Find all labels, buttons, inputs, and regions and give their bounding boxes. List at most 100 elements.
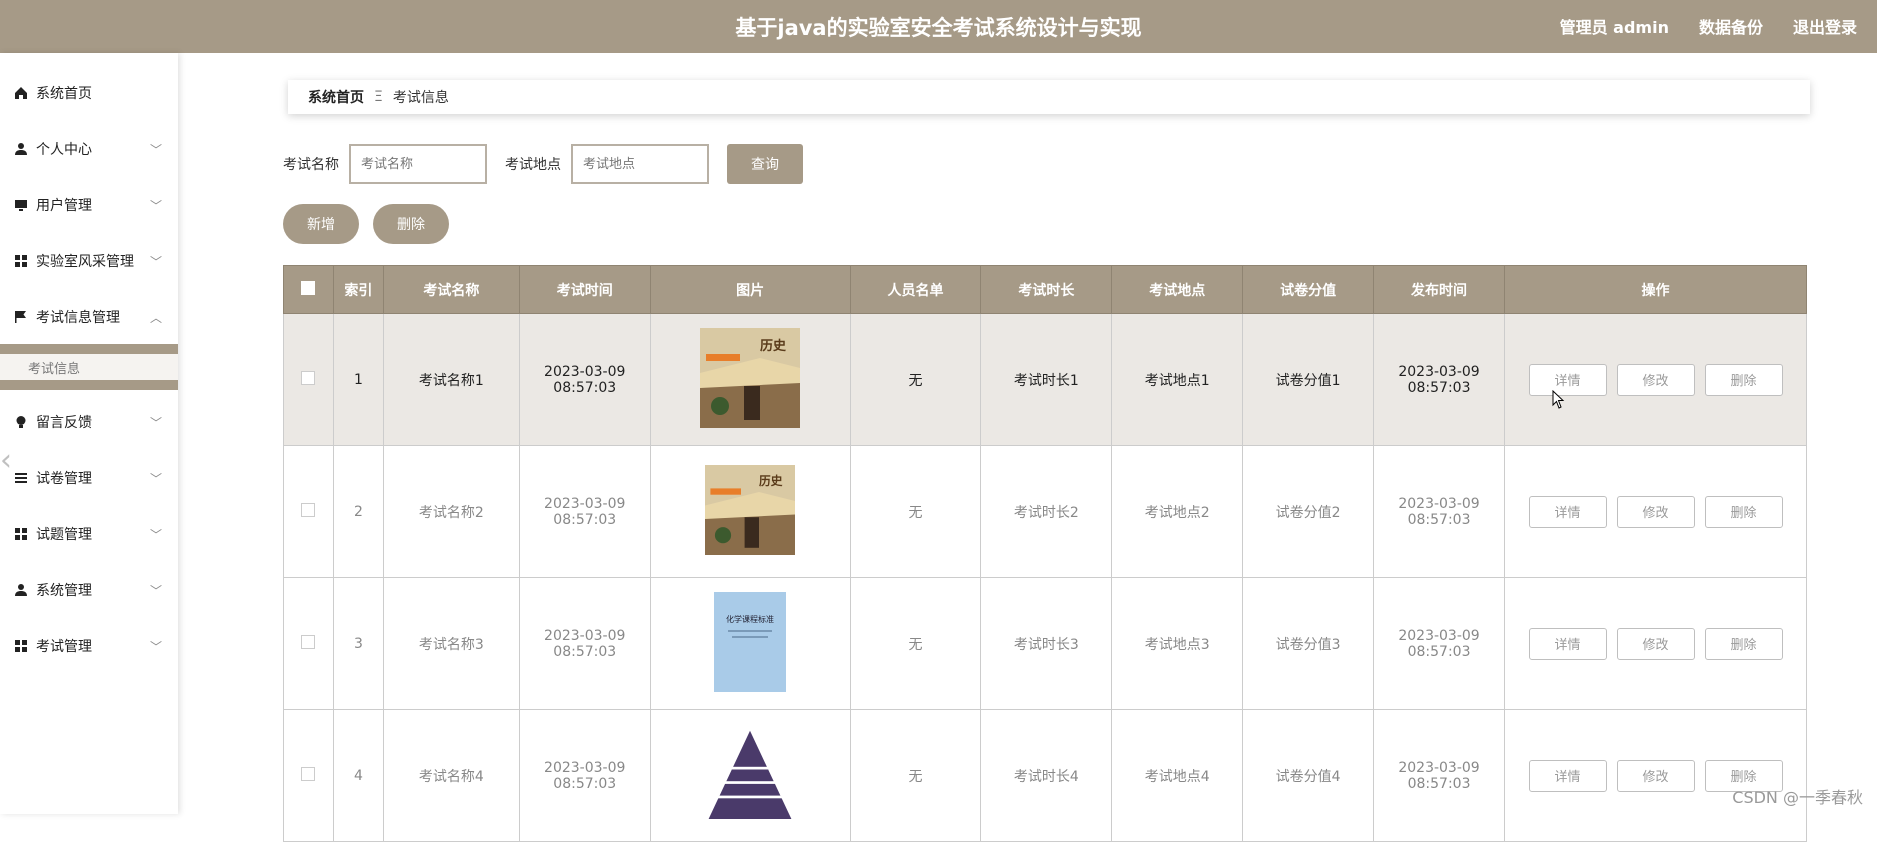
row-checkbox[interactable] — [301, 502, 316, 517]
column-header: 索引 — [332, 265, 384, 314]
duration-cell: 考试时长3 — [980, 577, 1113, 710]
sidebar-item-users[interactable]: 用户管理 ﹀ — [0, 185, 178, 225]
exam-table: 索引 考试名称 考试时间 图片 人员名单 考试时长 考试地点 试卷分值 发布时间… — [283, 265, 1807, 842]
sidebar-item-label: 试卷管理 — [36, 471, 92, 487]
publish-cell: 2023-03-09 08:57:03 — [1373, 577, 1505, 710]
batch-delete-button[interactable]: 删除 — [373, 204, 449, 244]
monitor-icon — [14, 198, 28, 212]
row-select-cell[interactable] — [283, 709, 334, 842]
publish-cell: 2023-03-09 08:57:03 — [1373, 445, 1505, 578]
sidebar-item-label: 用户管理 — [36, 198, 92, 214]
detail-button[interactable]: 详情 — [1528, 759, 1607, 792]
chevron-down-icon: ﹀ — [149, 143, 162, 157]
index-cell: 2 — [332, 445, 384, 578]
table-row[interactable]: 2 考试名称2 2023-03-09 08:57:03 历史 无 考试时长2 考… — [283, 445, 1807, 578]
row-select-cell[interactable] — [283, 577, 334, 710]
name-cell: 考试名称1 — [382, 313, 520, 446]
flag-icon — [14, 310, 28, 324]
score-cell: 试卷分值2 — [1242, 445, 1375, 578]
exam-name-input[interactable] — [349, 144, 487, 184]
publish-cell: 2023-03-09 08:57:03 — [1373, 313, 1505, 446]
duration-cell: 考试时长2 — [980, 445, 1113, 578]
chevron-down-icon: ﹀ — [149, 528, 162, 542]
sidebar-item-papers[interactable]: 试卷管理 ﹀ — [0, 458, 178, 498]
column-header: 考试时长 — [980, 265, 1113, 314]
delete-button[interactable]: 删除 — [1704, 495, 1783, 528]
sidebar-item-label: 个人中心 — [36, 142, 92, 158]
column-header: 考试名称 — [382, 265, 520, 314]
sidebar-item-label: 试题管理 — [36, 527, 92, 543]
sidebar-item-exams[interactable]: 考试管理 ﹀ — [0, 626, 178, 666]
edit-button[interactable]: 修改 — [1616, 495, 1695, 528]
select-all-cell[interactable] — [283, 265, 334, 314]
index-cell: 1 — [332, 313, 384, 446]
exam-place-input[interactable] — [571, 144, 709, 184]
edit-button[interactable]: 修改 — [1616, 759, 1695, 792]
name-cell: 考试名称3 — [382, 577, 520, 710]
mouse-cursor-icon — [1552, 390, 1565, 409]
sidebar-item-lab-showcase[interactable]: 实验室风采管理 ﹀ — [0, 241, 178, 281]
search-bar: 考试名称 考试地点 查询 — [283, 144, 803, 184]
name-cell: 考试名称2 — [382, 445, 520, 578]
add-button[interactable]: 新增 — [283, 204, 359, 244]
column-header: 试卷分值 — [1242, 265, 1375, 314]
chevron-down-icon: ﹀ — [149, 255, 162, 269]
sidebar: 系统首页 个人中心 ﹀ 用户管理 ﹀ 实验室风采管理 ﹀ 考试信息管理 ︿ 考试… — [0, 53, 178, 814]
user-icon — [14, 142, 28, 156]
grid-icon — [14, 639, 28, 653]
admin-user-link[interactable]: 管理员 admin — [1560, 14, 1669, 38]
query-button[interactable]: 查询 — [727, 144, 803, 184]
image-cell — [649, 709, 851, 842]
sidebar-item-personal[interactable]: 个人中心 ﹀ — [0, 129, 178, 169]
watermark: CSDN @一季春秋 — [1732, 788, 1863, 807]
sidebar-item-system[interactable]: 系统管理 ﹀ — [0, 570, 178, 610]
collapse-arrow-icon[interactable]: ‹ — [0, 443, 12, 478]
detail-button[interactable]: 详情 — [1528, 495, 1607, 528]
row-select-cell[interactable] — [283, 445, 334, 578]
score-cell: 试卷分值4 — [1242, 709, 1375, 842]
row-checkbox[interactable] — [301, 766, 316, 781]
duration-cell: 考试时长1 — [980, 313, 1113, 446]
table-row[interactable]: 4 考试名称4 2023-03-09 08:57:03 无 考试时长4 考试地点… — [283, 709, 1807, 842]
breadcrumb-home[interactable]: 系统首页 — [308, 87, 364, 107]
row-checkbox[interactable] — [301, 370, 316, 385]
submenu-exam-info[interactable]: 考试信息 — [0, 344, 178, 390]
exam-place-label: 考试地点 — [505, 157, 561, 173]
operation-cell: 详情 修改 删除 — [1504, 313, 1807, 446]
detail-button[interactable]: 详情 — [1528, 627, 1607, 660]
place-cell: 考试地点1 — [1111, 313, 1244, 446]
sidebar-item-label: 系统管理 — [36, 583, 92, 599]
select-all-checkbox[interactable] — [301, 280, 316, 295]
image-cell: 历史 — [649, 313, 851, 446]
row-select-cell[interactable] — [283, 313, 334, 446]
table-row[interactable]: 3 考试名称3 2023-03-09 08:57:03 化学课程标准 无 考试时… — [283, 577, 1807, 710]
sidebar-item-feedback[interactable]: 留言反馈 ﹀ — [0, 402, 178, 442]
row-checkbox[interactable] — [301, 634, 316, 649]
name-cell: 考试名称4 — [382, 709, 520, 842]
detail-button[interactable]: 详情 — [1528, 363, 1607, 396]
column-header: 考试时间 — [518, 265, 651, 314]
table-row[interactable]: 1 考试名称1 2023-03-09 08:57:03 历史 无 考试时长1 考… — [283, 313, 1807, 446]
column-header: 人员名单 — [849, 265, 982, 314]
sidebar-item-label: 实验室风采管理 — [36, 254, 134, 270]
delete-button[interactable]: 删除 — [1704, 363, 1783, 396]
book-title-text: 化学课程标准 — [726, 614, 774, 624]
sidebar-item-exam-info[interactable]: 考试信息管理 ︿ — [0, 297, 178, 337]
book-cover-history: 历史 — [705, 464, 796, 555]
pyramid-image — [708, 730, 792, 819]
logout-link[interactable]: 退出登录 — [1793, 14, 1857, 38]
delete-button[interactable]: 删除 — [1704, 627, 1783, 660]
score-cell: 试卷分值3 — [1242, 577, 1375, 710]
sidebar-item-questions[interactable]: 试题管理 ﹀ — [0, 514, 178, 554]
sidebar-item-home[interactable]: 系统首页 — [0, 73, 178, 113]
data-backup-link[interactable]: 数据备份 — [1699, 14, 1763, 38]
time-cell: 2023-03-09 08:57:03 — [518, 577, 651, 710]
column-header: 发布时间 — [1373, 265, 1505, 314]
people-cell: 无 — [849, 577, 982, 710]
place-cell: 考试地点3 — [1111, 577, 1244, 710]
column-header: 图片 — [649, 265, 851, 314]
chevron-up-icon: ︿ — [149, 311, 162, 325]
edit-button[interactable]: 修改 — [1616, 363, 1695, 396]
edit-button[interactable]: 修改 — [1616, 627, 1695, 660]
image-cell: 化学课程标准 — [649, 577, 851, 710]
